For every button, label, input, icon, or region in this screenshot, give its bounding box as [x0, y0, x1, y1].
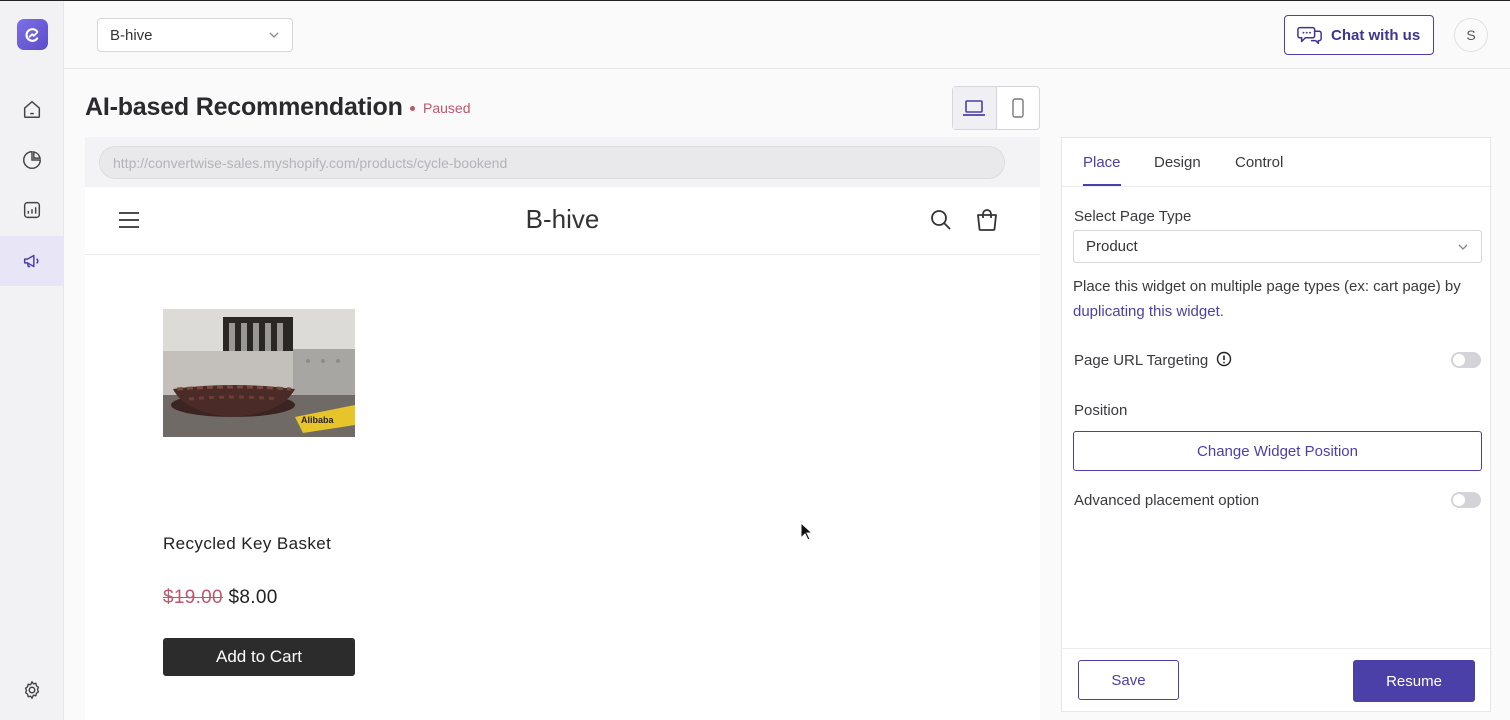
sidebar-item-settings[interactable] — [0, 665, 64, 715]
cart-icon[interactable] — [976, 208, 998, 232]
page-title: AI-based Recommendation — [85, 93, 403, 121]
image-caption: Alibaba — [301, 415, 335, 425]
sidebar-item-campaigns[interactable] — [0, 236, 64, 286]
panel-tabs: Place Design Control — [1062, 138, 1492, 187]
advanced-placement-label: Advanced placement option — [1074, 492, 1260, 509]
mobile-view-button[interactable] — [997, 87, 1040, 129]
avatar[interactable]: S — [1454, 18, 1488, 52]
store-select[interactable]: B-hive — [97, 18, 293, 52]
mobile-icon — [1012, 98, 1024, 118]
page-type-select[interactable]: Product — [1073, 230, 1482, 263]
add-to-cart-button[interactable]: Add to Cart — [163, 638, 355, 676]
status-dot — [410, 105, 415, 111]
shop-name: B-hive — [525, 204, 600, 234]
info-icon[interactable] — [1216, 351, 1232, 367]
active-tab-indicator — [1083, 184, 1121, 186]
chat-with-us-button[interactable]: Chat with us — [1284, 15, 1434, 55]
chevron-down-icon — [1458, 244, 1468, 250]
product-name[interactable]: Recycled Key Basket — [163, 534, 331, 554]
new-price: $8.00 — [228, 587, 278, 608]
desktop-view-button[interactable] — [953, 87, 997, 129]
preview-url-bar[interactable]: http://convertwise-sales.myshopify.com/p… — [99, 146, 1005, 179]
sidebar-item-home[interactable] — [0, 84, 64, 134]
store-select-value: B-hive — [110, 27, 153, 44]
status-label: Paused — [423, 100, 471, 116]
megaphone-icon — [23, 254, 39, 268]
url-targeting-toggle[interactable] — [1451, 352, 1481, 368]
top-bar: B-hive Chat with us S — [64, 1, 1510, 69]
gear-icon — [24, 681, 40, 699]
sidebar-item-reports[interactable] — [0, 135, 64, 185]
chat-icon — [1297, 26, 1322, 45]
save-button[interactable]: Save — [1078, 660, 1179, 700]
url-bar-container: http://convertwise-sales.myshopify.com/p… — [85, 137, 1040, 187]
chevron-down-icon — [269, 32, 279, 38]
sidebar-item-analytics[interactable] — [0, 185, 64, 235]
mouse-cursor-icon — [800, 522, 814, 541]
page-type-value: Product — [1086, 238, 1138, 255]
analytics-icon — [23, 201, 41, 219]
url-targeting-label: Page URL Targeting — [1074, 352, 1209, 369]
url-targeting-row: Page URL Targeting — [1074, 351, 1232, 369]
store-preview: http://convertwise-sales.myshopify.com/p… — [85, 137, 1040, 720]
tab-place[interactable]: Place — [1083, 154, 1121, 171]
status-badge: Paused — [410, 100, 470, 116]
resume-button[interactable]: Resume — [1353, 660, 1475, 702]
tab-control[interactable]: Control — [1235, 154, 1283, 171]
advanced-placement-toggle[interactable] — [1451, 492, 1481, 508]
search-icon[interactable] — [930, 209, 952, 231]
change-widget-position-button[interactable]: Change Widget Position — [1073, 431, 1482, 471]
shop-header: B-hive — [85, 187, 1040, 255]
device-toggle — [952, 86, 1040, 130]
laptop-icon — [963, 100, 986, 116]
placement-help-text: Place this widget on multiple page types… — [1073, 274, 1483, 324]
sidebar — [0, 1, 64, 720]
widget-settings-panel: Place Design Control Select Page Type Pr… — [1061, 137, 1492, 712]
panel-footer: Save Resume — [1062, 648, 1492, 712]
chat-button-label: Chat with us — [1331, 26, 1421, 44]
product-price: $19.00 $8.00 — [163, 587, 278, 609]
pie-chart-icon — [23, 151, 41, 169]
product-image[interactable]: Alibaba — [163, 309, 355, 437]
app-logo[interactable] — [17, 19, 48, 50]
tab-design[interactable]: Design — [1154, 154, 1201, 171]
product-photo: Alibaba — [163, 309, 355, 437]
help-text: Place this widget on multiple page types… — [1073, 278, 1461, 295]
old-price: $19.00 — [163, 587, 223, 608]
page-type-label: Select Page Type — [1074, 208, 1192, 225]
position-label: Position — [1074, 402, 1128, 419]
home-icon — [23, 100, 41, 118]
logo-icon — [25, 27, 38, 42]
duplicate-widget-link[interactable]: duplicating this widget. — [1073, 303, 1224, 320]
